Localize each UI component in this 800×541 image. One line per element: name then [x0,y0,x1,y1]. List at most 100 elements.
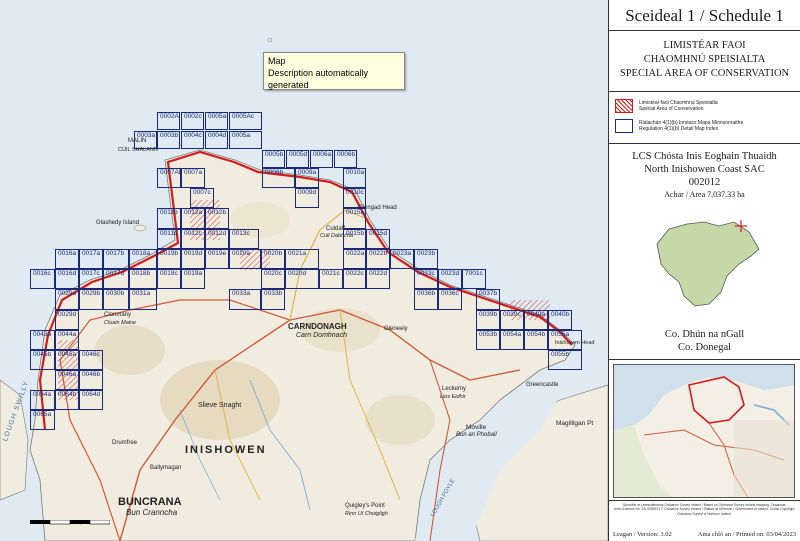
index-tile[interactable]: 0022b [366,249,390,269]
index-tile[interactable]: 0039b [476,310,500,330]
index-tile[interactable]: 0018c [157,269,181,289]
index-tile[interactable]: 0011d [157,229,181,249]
index-tile[interactable]: 0020d [285,269,319,289]
index-tile[interactable]: 0022a [343,249,366,269]
index-tile[interactable]: 0005b [262,150,285,168]
index-tile[interactable]: 0019d [181,249,205,269]
index-tile[interactable]: 0013c [229,229,259,249]
index-tile[interactable]: 0036b [414,289,438,310]
index-tile[interactable]: 0017a [79,249,103,269]
index-tile[interactable]: 7001c [462,269,486,289]
index-tile[interactable]: 0022d [366,269,390,289]
county-en: Co. Donegal [677,342,732,353]
index-tile[interactable]: 0016c [30,269,55,289]
index-tile[interactable]: 0002A [157,112,180,130]
copyright-footnote: Bunaithe ar Léarscáileanna Ordnance Surv… [613,503,796,516]
index-tile[interactable]: 0043a [30,330,55,350]
index-tile[interactable]: 0029d [55,310,79,330]
index-tile[interactable]: 0053b [476,330,500,350]
index-tile[interactable]: 0046c [79,350,103,370]
index-tile[interactable]: 0012c [181,229,205,249]
index-tile[interactable]: 0019b [157,249,181,269]
index-tile[interactable]: 0005a [205,112,228,130]
index-tile[interactable]: 0018b [129,269,157,289]
index-tile[interactable]: 0018a [129,249,157,269]
index-tile[interactable]: 0003b [157,131,180,149]
index-tile[interactable]: 0005Ac [229,112,262,130]
schedule-panel: Sceideal 1 / Schedule 1 LIMISTÉAR FAOI C… [608,0,800,541]
index-tile[interactable]: 0046b [79,370,103,390]
place-buncrana: BUNCRANA [118,496,182,508]
index-tile[interactable]: 0021a [285,249,319,269]
index-tile[interactable]: 0023b [414,249,438,269]
index-tile[interactable]: 0033b [261,289,285,310]
index-tile[interactable]: 0017b [103,249,129,269]
index-tile[interactable]: 0006a [310,150,333,168]
printed-date: Ama chló an / Printed on: 03/04/2023 [697,531,796,538]
index-tile[interactable]: 0033a [229,289,261,310]
index-tile[interactable]: 0007a [181,168,205,188]
index-tile[interactable]: 0029a [55,289,79,310]
index-tile[interactable]: 0030b [103,289,129,310]
index-tile[interactable]: 0009d [295,188,319,208]
index-tile[interactable]: 0019e [205,249,229,269]
map-canvas[interactable]: 0002A 0002c 0005a 0005Ac 0003a 0003b 0004c 0004… [0,0,608,541]
index-tile[interactable]: 0015b [343,229,366,249]
index-tile[interactable]: 0054a [500,330,524,350]
index-tile[interactable]: 0020b [261,249,285,269]
index-tile[interactable]: 0009a [295,168,319,188]
index-tile[interactable]: 0023c [414,269,438,289]
index-tile[interactable]: 0016a [55,249,79,269]
index-tile[interactable]: 0015d [366,229,390,249]
index-tile[interactable]: 0021c [319,269,343,289]
index-tile[interactable]: 0023a [390,249,414,269]
index-tile[interactable]: 0045b [30,350,55,370]
index-tile[interactable]: 0011b [157,208,181,229]
hill-east [365,395,435,445]
index-tile[interactable]: 0029b [79,289,103,310]
index-tile[interactable]: 0064d [79,390,103,410]
index-tile[interactable]: 0055b [548,350,582,370]
index-tile[interactable]: 0020a [229,249,261,269]
index-tile[interactable]: 0012a [181,208,205,229]
place-quigleys: Quigley's Point [345,503,385,509]
index-tile[interactable]: 0064a [30,390,55,410]
place-quigleys-ga: Rinn Uí Choigligh [345,511,388,517]
area-type-block: LIMISTÉAR FAOI CHAOMHNÚ SPEISIALTA SPECI… [609,31,800,92]
index-tile[interactable]: 0020c [261,269,285,289]
index-tile[interactable]: 0065a [30,410,55,430]
index-tile[interactable]: 0017c [79,269,103,289]
index-tile[interactable]: 0054b [524,330,548,350]
index-tile[interactable]: 0002c [181,112,204,130]
index-tile[interactable]: 0005d [286,150,309,168]
index-tile[interactable]: 0015a [343,208,366,229]
index-tile[interactable]: 0023d [438,269,462,289]
index-tile[interactable]: 0017d [103,269,129,289]
index-tile[interactable]: 0022c [343,269,366,289]
index-tile[interactable]: 0012d [205,229,229,249]
index-tile[interactable]: 0046a [55,370,79,390]
index-tile[interactable]: 0044a [55,330,79,350]
index-tile[interactable]: 0045a [55,350,79,370]
index-tile[interactable]: 0031a [129,289,157,310]
index-tile[interactable]: 0004c [181,131,204,149]
index-tile[interactable]: 0016d [55,269,79,289]
index-tile[interactable]: 0010a [343,168,366,188]
index-tile[interactable]: 0019a [181,269,205,289]
index-tile[interactable]: 0012b [205,208,229,229]
index-tile[interactable]: 0064b [55,390,79,410]
index-tile[interactable]: 0005a [229,131,262,149]
hill-west [95,325,165,375]
index-tile[interactable]: 0039c [500,310,524,330]
place-lios-eidhir: Lios Eidhir [440,394,466,400]
index-tile[interactable]: 0007Ab [157,168,182,188]
index-tile[interactable]: 0008b [262,168,295,188]
index-tile[interactable]: 0006b [334,150,357,168]
index-tile[interactable]: 0040b [548,310,572,330]
index-tile[interactable]: 0040a [524,310,548,330]
place-slieve-snaght: Slieve Snaght [198,402,242,409]
index-tile[interactable]: 0004d [205,131,228,149]
index-tile[interactable]: 0037b [476,289,500,310]
index-tile[interactable]: 0036c [438,289,462,310]
index-tile[interactable]: 0007c [190,188,214,208]
